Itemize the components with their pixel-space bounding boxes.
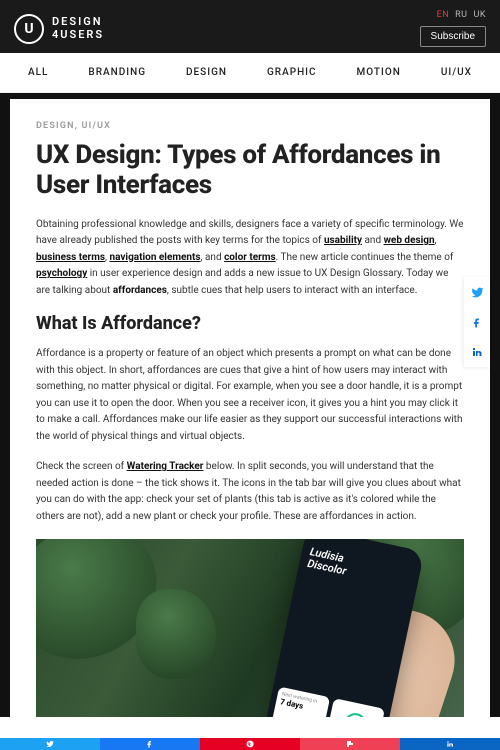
nav-branding[interactable]: BRANDING (88, 67, 146, 78)
lang-uk[interactable]: UK (474, 10, 486, 20)
share-linkedin[interactable] (400, 738, 500, 750)
linkedin-icon[interactable] (464, 337, 490, 367)
phone-watering-card: Next watering in 7 days (271, 687, 331, 717)
side-share-bar (464, 277, 490, 367)
nav-uiux[interactable]: UI/UX (441, 67, 472, 78)
bottom-share-bar (0, 738, 500, 750)
facebook-icon[interactable] (464, 307, 490, 337)
site-logo[interactable]: U DESIGN 4USERS (14, 14, 104, 44)
nav-graphic[interactable]: GRAPHIC (267, 67, 317, 78)
logo-mark-icon: U (14, 14, 44, 44)
subscribe-button[interactable]: Subscribe (420, 26, 486, 47)
lang-en[interactable]: EN (437, 10, 450, 20)
checkmark-icon: ✓ (342, 711, 368, 717)
language-switcher: EN RU UK (437, 10, 486, 20)
link-usability[interactable]: usability (324, 235, 362, 246)
bold-affordances: affordances (113, 285, 167, 296)
definition-paragraph: Affordance is a property or feature of a… (36, 346, 464, 445)
nav-design[interactable]: DESIGN (186, 67, 227, 78)
link-watering-tracker[interactable]: Watering Tracker (127, 461, 204, 472)
twitter-icon[interactable] (464, 277, 490, 307)
lang-ru[interactable]: RU (455, 10, 467, 20)
section-heading-what-is-affordance: What Is Affordance? (36, 313, 464, 334)
share-facebook[interactable] (100, 738, 200, 750)
intro-paragraph: Obtaining professional knowledge and ski… (36, 217, 464, 300)
link-navigation-elements[interactable]: navigation elements (109, 252, 200, 263)
link-web-design[interactable]: web design (384, 235, 435, 246)
share-twitter[interactable] (0, 738, 100, 750)
share-flipboard[interactable] (300, 738, 400, 750)
article-title: UX Design: Types of Affordances in User … (36, 141, 464, 201)
nav-all[interactable]: ALL (28, 67, 48, 78)
link-psychology[interactable]: psychology (36, 268, 87, 279)
phone-tick-card: ✓ (325, 698, 385, 717)
link-color-terms[interactable]: color terms (224, 252, 276, 263)
example-paragraph: Check the screen of Watering Tracker bel… (36, 459, 464, 525)
article-hero-image: Ludisia Discolor Next watering in 7 days… (36, 539, 464, 717)
primary-nav: ALL BRANDING DESIGN GRAPHIC MOTION UI/UX (0, 53, 500, 93)
logo-text: DESIGN 4USERS (52, 16, 104, 41)
link-business-terms[interactable]: business terms (36, 252, 105, 263)
nav-motion[interactable]: MOTION (357, 67, 401, 78)
article-categories[interactable]: DESIGN, UI/UX (36, 121, 464, 131)
share-pinterest[interactable] (200, 738, 300, 750)
